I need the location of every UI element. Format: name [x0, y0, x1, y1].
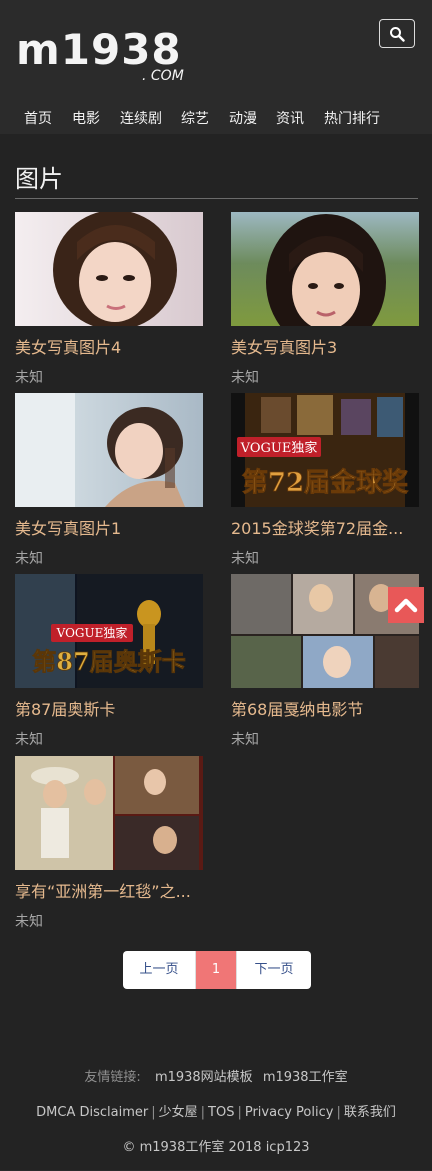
- badge-text: VOGUE独家: [240, 440, 318, 456]
- card-thumbnail[interactable]: [15, 212, 203, 326]
- card-thumbnail[interactable]: [15, 393, 203, 507]
- shaonvwu-link[interactable]: 少女屋: [159, 1105, 198, 1120]
- nav-item-anime[interactable]: 动漫: [229, 106, 257, 133]
- friend-links-label: 友情链接:: [84, 1070, 141, 1085]
- badge-text: VOGUE独家: [56, 625, 128, 640]
- nav-item-home[interactable]: 首页: [24, 106, 52, 133]
- site-header: m1938 . COM 首页 电影 连续剧 综艺 动漫 资讯 热门排行: [0, 0, 432, 133]
- friend-links: 友情链接: m1938网站模板 m1938工作室: [0, 1066, 432, 1085]
- thumb-caption: 第87届奥斯卡: [32, 647, 185, 676]
- card-meta: 未知: [15, 914, 43, 930]
- photo-card[interactable]: 享有“亚洲第一红毯”之... 未知: [15, 756, 203, 931]
- card-meta: 未知: [231, 551, 259, 567]
- chevron-up-icon: [394, 598, 418, 613]
- photo-card[interactable]: VOGUE独家 第87届奥斯卡 第87届奥斯卡 未知: [15, 574, 203, 749]
- card-thumbnail[interactable]: VOGUE独家 第87届奥斯卡: [15, 574, 203, 688]
- privacy-link[interactable]: Privacy Policy: [245, 1105, 334, 1120]
- card-thumbnail[interactable]: [15, 756, 203, 870]
- photo-card[interactable]: 美女写真图片4 未知: [15, 212, 203, 387]
- card-title[interactable]: 2015金球奖第72届金...: [231, 515, 419, 539]
- card-meta: 未知: [15, 732, 43, 748]
- site-footer: 友情链接: m1938网站模板 m1938工作室 DMCA Disclaimer…: [0, 1066, 432, 1171]
- copyright: © m1938工作室 2018 icp123: [122, 1140, 310, 1155]
- friend-link[interactable]: m1938网站模板: [155, 1070, 253, 1085]
- card-title[interactable]: 第68届戛纳电影节: [231, 696, 419, 720]
- nav-item-movies[interactable]: 电影: [72, 106, 100, 133]
- legal-links: DMCA Disclaimer | 少女屋 | TOS | Privacy Policy | 联…: [36, 1105, 396, 1120]
- dmca-link[interactable]: DMCA Disclaimer: [36, 1105, 148, 1120]
- pagination: 上一页 1 下一页: [123, 951, 311, 989]
- photo-card[interactable]: 美女写真图片1 未知: [15, 393, 203, 568]
- card-meta: 未知: [15, 370, 43, 386]
- logo-sub-text: . COM: [142, 68, 184, 84]
- card-thumbnail[interactable]: VOGUE独家 第72届金球奖: [231, 393, 419, 507]
- card-title[interactable]: 享有“亚洲第一红毯”之...: [15, 878, 203, 902]
- photo-card[interactable]: VOGUE独家 第72届金球奖 2015金球奖第72届金... 未知: [231, 393, 419, 568]
- friend-link[interactable]: m1938工作室: [263, 1070, 348, 1085]
- card-meta: 未知: [15, 551, 43, 567]
- back-to-top-button[interactable]: [388, 587, 424, 623]
- title-divider: [15, 198, 418, 199]
- card-title[interactable]: 美女写真图片4: [15, 334, 203, 358]
- prev-page-button[interactable]: 上一页: [123, 951, 196, 989]
- nav-item-news[interactable]: 资讯: [276, 106, 304, 133]
- card-thumbnail[interactable]: [231, 212, 419, 326]
- photo-card[interactable]: 美女写真图片3 未知: [231, 212, 419, 387]
- tos-link[interactable]: TOS: [208, 1105, 234, 1120]
- search-icon: [390, 26, 405, 42]
- current-page[interactable]: 1: [196, 951, 236, 989]
- main-nav: 首页 电影 连续剧 综艺 动漫 资讯 热门排行: [0, 106, 432, 133]
- card-title[interactable]: 第87届奥斯卡: [15, 696, 203, 720]
- card-meta: 未知: [231, 732, 259, 748]
- nav-item-ranking[interactable]: 热门排行: [324, 106, 380, 133]
- next-page-button[interactable]: 下一页: [236, 951, 311, 989]
- card-meta: 未知: [231, 370, 259, 386]
- thumb-caption: 第72届金球奖: [242, 467, 409, 498]
- nav-item-variety[interactable]: 综艺: [181, 106, 209, 133]
- section-title: 图片: [15, 165, 63, 193]
- contact-link[interactable]: 联系我们: [344, 1105, 396, 1120]
- main-content: 图片 美女写真图片4 未知 美女写真图片3 未知 美女写真图片1 未知 VOGU…: [0, 134, 432, 1170]
- card-title[interactable]: 美女写真图片1: [15, 515, 203, 539]
- site-logo[interactable]: m1938 . COM: [16, 28, 206, 86]
- search-button[interactable]: [379, 19, 415, 48]
- nav-item-series[interactable]: 连续剧: [120, 106, 162, 133]
- card-title[interactable]: 美女写真图片3: [231, 334, 419, 358]
